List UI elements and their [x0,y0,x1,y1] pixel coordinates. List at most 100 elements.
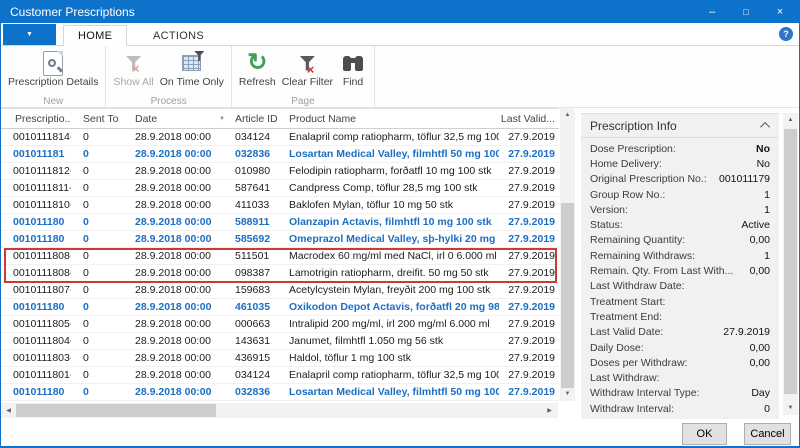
field-label: Last Withdraw Date: [590,280,685,292]
cell-prescription-no: 0010111808-1 [1,267,71,279]
refresh-button[interactable]: ↻ Refresh [236,48,279,95]
column-header-date[interactable]: Date ▼ [135,113,231,125]
ok-button[interactable]: OK [682,423,727,445]
ribbon-tabstrip: ▼ HOME ACTIONS ? [1,23,799,46]
table-row[interactable]: 001011180 0 28.9.2018 00:00 585692 Omepr… [1,231,559,248]
cell-product-name: Candpress Comp, töflur 28,5 mg 100 stk [289,182,499,194]
table-row[interactable]: 001011180 0 28.9.2018 00:00 461035 Oxiko… [1,299,559,316]
field-value: 1 [764,250,770,262]
maximize-button[interactable]: □ [729,1,763,23]
field-value: 0,00 [750,265,770,277]
column-header-sent-to[interactable]: Sent To [71,113,135,125]
cell-last-valid: 27.9.2019 [499,369,559,381]
cell-sent-to: 0 [71,386,135,398]
cell-date: 28.9.2018 00:00 [135,148,231,160]
table-row[interactable]: 0010111808-1 0 28.9.2018 00:00 098387 La… [1,265,559,282]
scroll-up-icon[interactable]: ▲ [560,108,575,122]
filter-dropdown-icon[interactable]: ▼ [219,116,231,122]
find-button[interactable]: Find [336,48,370,95]
table-row[interactable]: 0010111803-0 0 28.9.2018 00:00 436915 Ha… [1,350,559,367]
help-button[interactable]: ? [779,27,793,41]
scroll-left-icon[interactable]: ◀ [1,403,16,418]
maximize-icon: □ [743,7,748,17]
cell-last-valid: 27.9.2019 [499,386,559,398]
chevron-up-icon[interactable] [760,122,770,132]
cell-prescription-no: 0010111810-0 [1,199,71,211]
prescription-details-button[interactable]: Prescription Details [5,48,101,95]
cell-prescription-no: 0010111805-0 [1,318,71,330]
table-row[interactable]: 0010111812-0 0 28.9.2018 00:00 010980 Fe… [1,163,559,180]
column-header-article-id[interactable]: Article ID [231,113,289,125]
cell-article-id: 010980 [231,165,289,177]
on-time-only-button[interactable]: On Time Only [157,48,227,95]
cell-prescription-no: 001011180 [1,301,71,313]
cell-last-valid: 27.9.2019 [499,182,559,194]
tab-actions[interactable]: ACTIONS [139,25,218,46]
group-caption-page: Page [232,96,374,107]
cell-product-name: Losartan Medical Valley, filmhtfl 50 mg … [289,148,499,160]
group-caption-process: Process [106,96,230,107]
cell-article-id: 511501 [231,250,289,262]
ribbon-group-new: Prescription Details New [1,46,106,107]
minimize-button[interactable]: – [695,1,729,23]
close-button[interactable]: × [763,1,797,23]
app-menu-button[interactable]: ▼ [3,24,56,45]
cell-date: 28.9.2018 00:00 [135,131,231,143]
column-header-product-name[interactable]: Product Name [289,113,499,125]
cell-prescription-no: 0010111811-0 [1,182,71,194]
cell-product-name: Haldol, töflur 1 mg 100 stk [289,352,499,364]
ribbon-group-process: × Show All On Time Only Process [106,46,231,107]
cancel-button[interactable]: Cancel [744,423,791,445]
panel-header[interactable]: Prescription Info [581,114,779,138]
panel-scroll-down-icon[interactable]: ▼ [783,401,798,415]
cell-product-name: Janumet, filmhtfl 1.050 mg 56 stk [289,335,499,347]
table-row[interactable]: 0010111814-0 0 28.9.2018 00:00 034124 En… [1,129,559,146]
table-row[interactable]: 0010111801-0 0 28.9.2018 00:00 034124 En… [1,367,559,384]
clear-filter-button[interactable]: × Clear Filter [279,48,336,95]
cell-product-name: Macrodex 60 mg/ml med NaCl, irl 0 6.000 … [289,250,499,262]
column-header-prescription-no[interactable]: Prescriptio... [1,113,71,125]
column-header-last-valid[interactable]: Last Valid... [499,113,559,125]
table-row[interactable]: 0010111808-2 0 28.9.2018 00:00 511501 Ma… [1,248,559,265]
field-label: Status: [590,219,623,231]
on-time-only-label: On Time Only [160,77,224,88]
field-value: 0 [764,403,770,415]
window-title: Customer Prescriptions [1,5,135,19]
show-all-button[interactable]: × Show All [110,48,156,95]
panel-scroll-thumb[interactable] [784,129,797,394]
table-row[interactable]: 0010111805-0 0 28.9.2018 00:00 000663 In… [1,316,559,333]
cell-sent-to: 0 [71,131,135,143]
grid-rows: 0010111814-0 0 28.9.2018 00:00 034124 En… [1,129,559,401]
cell-article-id: 436915 [231,352,289,364]
table-row[interactable]: 0010111811-0 0 28.9.2018 00:00 587641 Ca… [1,180,559,197]
cell-last-valid: 27.9.2019 [499,165,559,177]
tab-home[interactable]: HOME [63,25,127,46]
grid-vscroll-thumb[interactable] [561,203,574,388]
grid-hscroll-thumb[interactable] [16,404,216,417]
field-label: Treatment Start: [590,296,665,308]
cell-sent-to: 0 [71,250,135,262]
prescriptions-grid: Prescriptio... Sent To Date ▼ Article ID… [1,108,577,419]
grid-horizontal-scrollbar[interactable]: ◀ ▶ [1,403,558,418]
panel-scroll-up-icon[interactable]: ▲ [783,113,798,127]
table-row[interactable]: 0010111810-0 0 28.9.2018 00:00 411033 Ba… [1,197,559,214]
field-value: No [757,158,770,170]
cell-sent-to: 0 [71,352,135,364]
customer-prescriptions-window: Customer Prescriptions – □ × ▼ HOME ACTI… [0,0,800,448]
cell-date: 28.9.2018 00:00 [135,369,231,381]
scroll-down-icon[interactable]: ▼ [560,387,575,401]
cell-sent-to: 0 [71,199,135,211]
table-row[interactable]: 0010111804-0 0 28.9.2018 00:00 143631 Ja… [1,333,559,350]
grid-vertical-scrollbar[interactable]: ▲ ▼ [560,108,575,401]
cell-date: 28.9.2018 00:00 [135,284,231,296]
cell-article-id: 461035 [231,301,289,313]
table-row[interactable]: 0010111807-0 0 28.9.2018 00:00 159683 Ac… [1,282,559,299]
table-row[interactable]: 001011180 0 28.9.2018 00:00 588911 Olanz… [1,214,559,231]
cell-sent-to: 0 [71,318,135,330]
panel-scrollbar[interactable]: ▲ ▼ [783,113,798,415]
tab-home-label: HOME [78,30,112,42]
scroll-right-icon[interactable]: ▶ [542,403,557,418]
table-row[interactable]: 001011181 0 28.9.2018 00:00 032836 Losar… [1,146,559,163]
panel-field-row: Version: 1 [581,202,779,217]
table-row[interactable]: 001011180 0 28.9.2018 00:00 032836 Losar… [1,384,559,401]
